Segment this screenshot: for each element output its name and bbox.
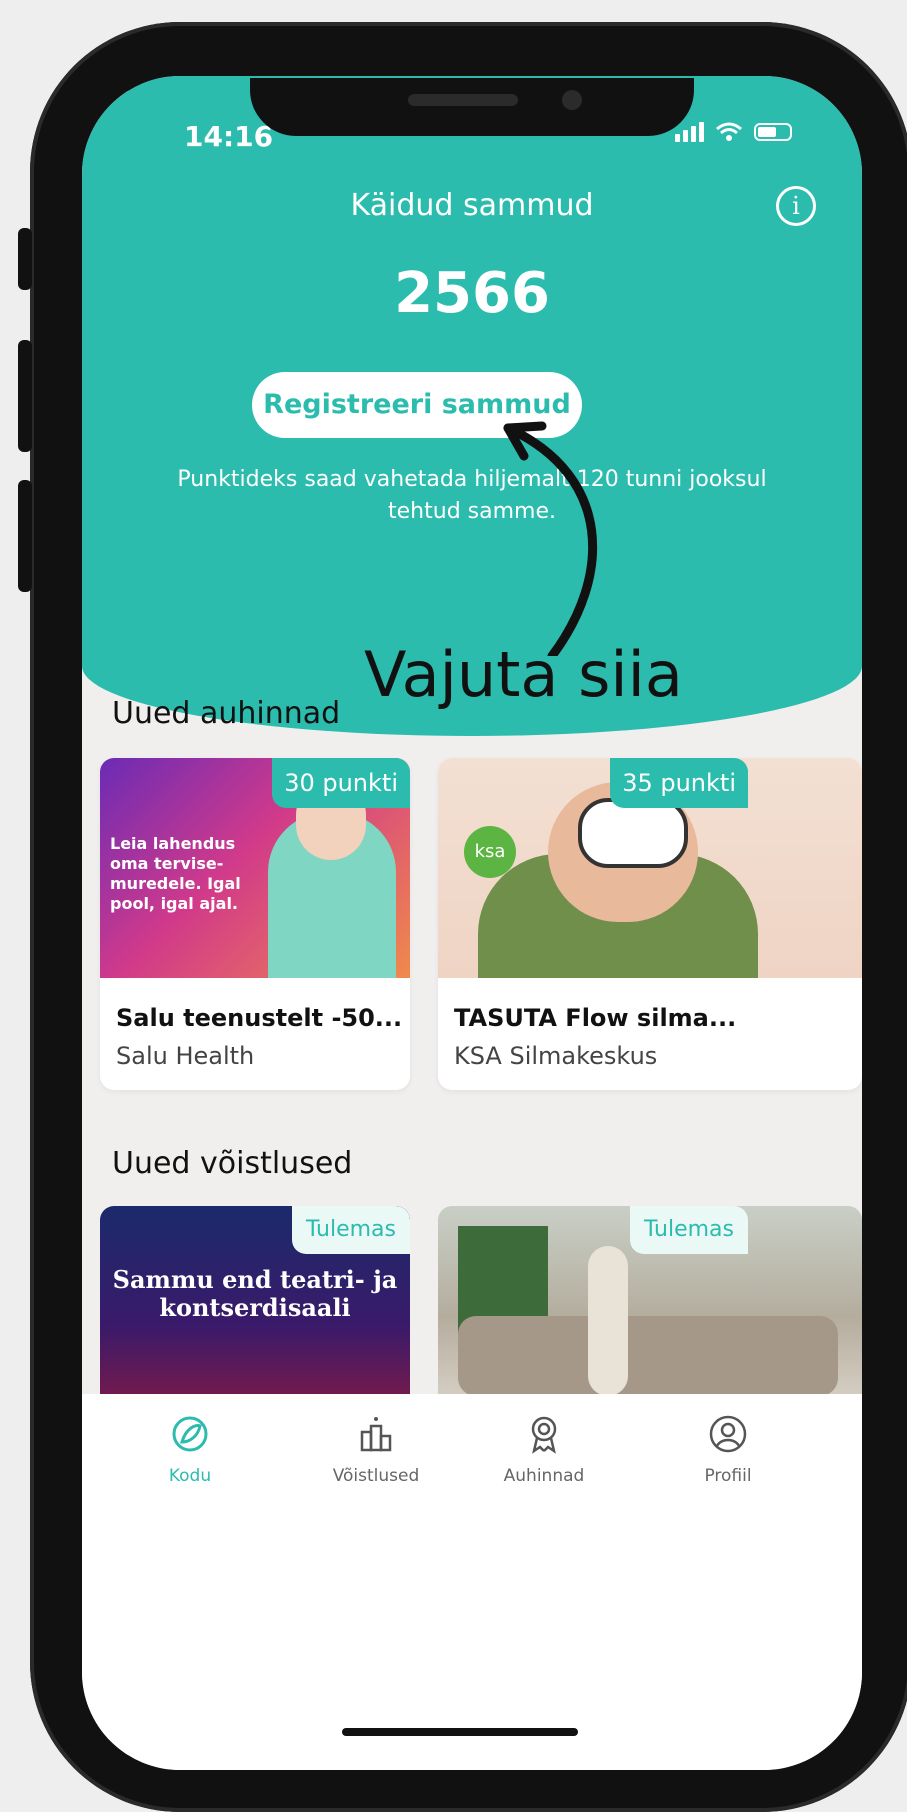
- rewards-title: Uued auhinnad: [112, 696, 341, 731]
- volume-up-button: [18, 340, 32, 452]
- reward-provider: KSA Silmakeskus: [454, 1042, 658, 1070]
- competition-card[interactable]: Sammu end teatri- ja kontserdisaali Tule…: [100, 1206, 410, 1406]
- mute-switch: [18, 228, 32, 290]
- tab-bar: Kodu Võistlused Auhinnad Profiil: [82, 1394, 862, 1770]
- status-badge: Tulemas: [291, 1206, 410, 1254]
- status-time: 14:16: [184, 120, 274, 153]
- reward-card[interactable]: Leia lahendus oma tervise-muredele. Igal…: [100, 758, 410, 1090]
- status-badge: Tulemas: [629, 1206, 748, 1254]
- battery-icon: [754, 123, 792, 141]
- sofa: [458, 1316, 838, 1396]
- home-indicator: [342, 1728, 578, 1736]
- status-icons: [675, 122, 792, 142]
- tab-kodu[interactable]: Kodu: [110, 1414, 270, 1486]
- points-badge: 35 punkti: [610, 758, 748, 808]
- tab-label: Kodu: [168, 1466, 212, 1486]
- reward-title: TASUTA Flow silma...: [454, 1004, 737, 1032]
- steps-note: Punktideks saad vahetada hiljemalt 120 t…: [177, 467, 767, 524]
- info-icon[interactable]: i: [776, 186, 816, 226]
- award-icon: [531, 1416, 557, 1454]
- competitions-title: Uued võistlused: [112, 1146, 353, 1181]
- reward-provider: Salu Health: [116, 1042, 255, 1070]
- wifi-icon: [716, 122, 742, 141]
- steps-title: Käidud sammud: [350, 188, 594, 223]
- user-circle-icon: [709, 1415, 747, 1453]
- tab-voistlused[interactable]: Võistlused: [296, 1414, 456, 1486]
- ksa-logo: ksa: [464, 826, 516, 878]
- tab-label: Profiil: [704, 1466, 752, 1486]
- reward-title: Salu teenustelt -50...: [116, 1004, 403, 1032]
- steps-header: 14:16 Käidud sammud i 2566 Registreeri s…: [82, 76, 862, 736]
- podium-icon: [360, 1417, 392, 1452]
- eye-test-glasses: [578, 798, 688, 868]
- annotation-arrow: [503, 421, 598, 656]
- points-badge: 30 punkti: [272, 758, 410, 808]
- competition-image-text: Sammu end teatri- ja kontserdisaali: [112, 1265, 398, 1322]
- screen: 14:16 Käidud sammud i 2566 Registreeri s…: [82, 76, 862, 1770]
- front-camera: [562, 90, 582, 110]
- annotation-label: Vajuta siia: [364, 638, 683, 711]
- tab-auhinnad[interactable]: Auhinnad: [464, 1414, 624, 1486]
- person-figure: [588, 1246, 628, 1396]
- tab-label: Auhinnad: [503, 1466, 585, 1486]
- reward-image-text: Leia lahendus oma tervise-muredele. Igal…: [110, 834, 241, 913]
- competition-card[interactable]: Tulemas: [438, 1206, 862, 1406]
- reward-card[interactable]: ksa 35 punkti TASUTA Flow silma... KSA S…: [438, 758, 862, 1090]
- steps-count: 2566: [394, 261, 550, 326]
- leaf-home-icon: [172, 1416, 208, 1452]
- tab-label: Võistlused: [332, 1466, 420, 1486]
- speaker: [408, 94, 518, 106]
- signal-icon: [675, 122, 704, 142]
- volume-down-button: [18, 480, 32, 592]
- notch: [250, 78, 694, 136]
- tab-profiil[interactable]: Profiil: [648, 1414, 808, 1486]
